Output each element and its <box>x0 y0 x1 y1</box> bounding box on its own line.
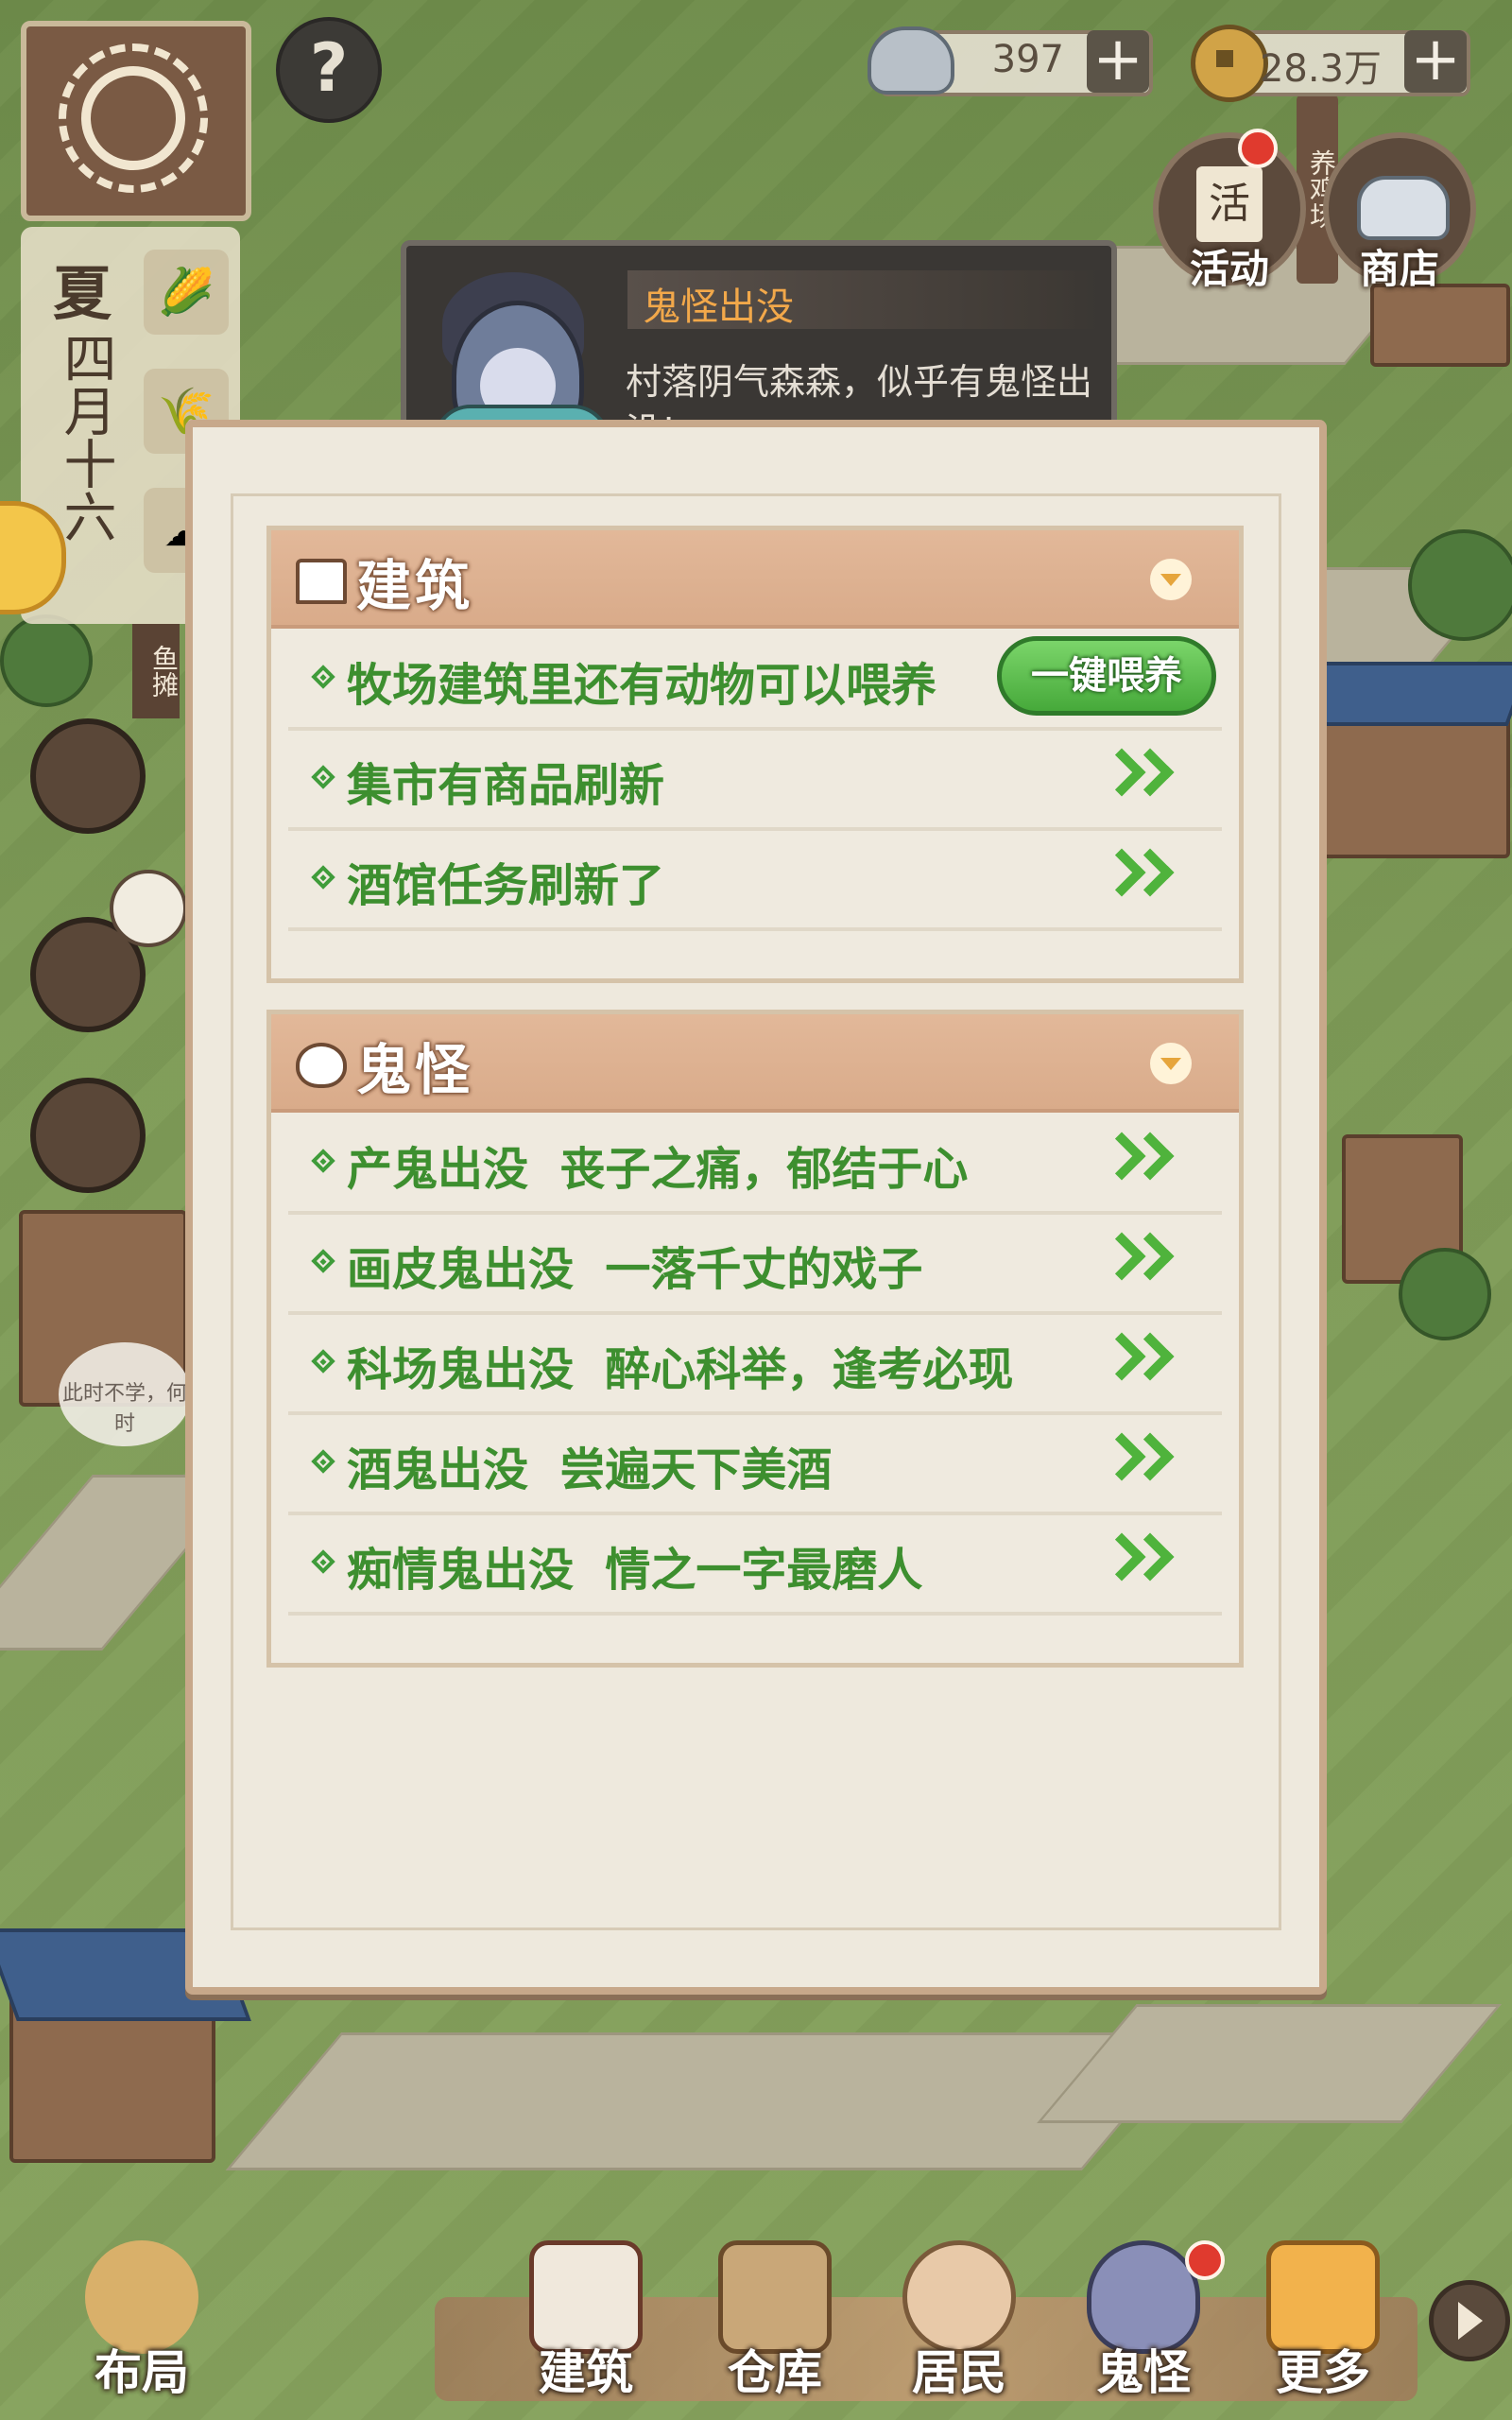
go-arrow-icon[interactable] <box>1097 848 1186 908</box>
list-item-text: 产鬼出没 丧子之痛，郁结于心 <box>347 1143 969 1196</box>
nav-label: 仓库 <box>728 2344 822 2400</box>
notification-title: 鬼怪出没 <box>643 285 794 329</box>
ghosts-badge <box>1185 2240 1225 2280</box>
list-item-text: 科场鬼出没 醉心科举，逢考必现 <box>347 1343 1014 1396</box>
list-item-text: 酒鬼出没 尝遍天下美酒 <box>347 1443 833 1496</box>
nav-label: 居民 <box>912 2344 1006 2400</box>
nav-storage-button[interactable]: 仓库 <box>690 2221 860 2411</box>
section-header-ghosts[interactable]: 鬼怪 <box>271 1014 1239 1113</box>
nav-label: 鬼怪 <box>1096 2344 1191 2400</box>
collapse-toggle-icon[interactable] <box>1150 1043 1192 1084</box>
go-arrow-icon[interactable] <box>1097 1332 1186 1392</box>
list-item-text: 痴情鬼出没 情之一字最磨人 <box>347 1544 923 1597</box>
list-item[interactable]: 牧场建筑里还有动物可以喂养 一键喂养 <box>288 629 1222 731</box>
go-arrow-icon[interactable] <box>1097 1432 1186 1493</box>
diamond-bullet-icon <box>311 765 335 789</box>
activity-badge <box>1238 129 1278 168</box>
section-header-buildings[interactable]: 建筑 <box>271 530 1239 629</box>
scholar-hat-icon <box>110 870 187 947</box>
sun-icon <box>59 43 208 193</box>
nav-label: 建筑 <box>539 2344 633 2400</box>
diamond-bullet-icon <box>311 1149 335 1173</box>
tools-button[interactable] <box>30 1078 146 1193</box>
list-item-text: 画皮鬼出没 一落千丈的戏子 <box>347 1243 923 1296</box>
go-arrow-icon[interactable] <box>1097 1532 1186 1593</box>
season-label: 夏 <box>52 259 112 328</box>
diamond-bullet-icon <box>311 1249 335 1273</box>
silver-ingot-shop-icon <box>1357 176 1450 240</box>
date-label: 四月十六 <box>55 331 116 543</box>
list-item[interactable]: 科场鬼出没 醉心科举，逢考必现 <box>288 1313 1222 1415</box>
section-buildings: 建筑 牧场建筑里还有动物可以喂养 一键喂养 集市有商品刷新 酒馆任务刷新了 <box>266 526 1244 983</box>
add-silver-button[interactable]: + <box>1087 29 1149 93</box>
coin-amount: 28.3万 <box>1259 47 1382 91</box>
fish-stall-sign: 鱼摊 <box>132 624 180 718</box>
nav-more-button[interactable]: 更多 <box>1238 2221 1408 2411</box>
expand-arrow-button[interactable] <box>1429 2280 1510 2361</box>
weather-button[interactable] <box>21 21 251 221</box>
map-tree <box>1408 529 1512 641</box>
list-item-text: 集市有商品刷新 <box>347 759 665 812</box>
list-item-text: 酒馆任务刷新了 <box>347 859 665 912</box>
map-fence <box>1370 284 1510 367</box>
section-title: 鬼怪 <box>356 1038 474 1102</box>
list-item[interactable]: 画皮鬼出没 一落千丈的戏子 <box>288 1213 1222 1315</box>
nav-residents-button[interactable]: 居民 <box>874 2221 1044 2411</box>
shop-button[interactable]: 商店 <box>1323 132 1476 292</box>
diamond-bullet-icon <box>311 1349 335 1374</box>
go-arrow-icon[interactable] <box>1097 1132 1186 1192</box>
ghost-icon <box>296 1043 347 1088</box>
silver-amount: 397 <box>991 38 1064 81</box>
add-coin-button[interactable]: + <box>1404 29 1467 93</box>
bottom-nav-bar: 布局 建筑 仓库 居民 鬼怪 更多 <box>0 2221 1512 2420</box>
diamond-bullet-icon <box>311 665 335 689</box>
collapse-toggle-icon[interactable] <box>1150 559 1192 600</box>
copper-coin-icon <box>1191 25 1268 102</box>
diamond-bullet-icon <box>311 1549 335 1574</box>
nav-layout-button[interactable]: 布局 <box>57 2221 227 2411</box>
coin-counter: 28.3万 + <box>1191 25 1470 102</box>
section-title: 建筑 <box>356 554 474 618</box>
nav-label: 布局 <box>94 2344 189 2400</box>
list-item-text: 牧场建筑里还有动物可以喂养 <box>347 659 937 712</box>
map-tree <box>0 614 93 707</box>
list-item[interactable]: 产鬼出没 丧子之痛，郁结于心 <box>288 1113 1222 1215</box>
scroll-icon: 活 <box>1196 166 1263 242</box>
help-button[interactable]: ? <box>276 17 382 123</box>
diamond-bullet-icon <box>311 865 335 890</box>
go-arrow-icon[interactable] <box>1097 748 1186 808</box>
list-item[interactable]: 痴情鬼出没 情之一字最磨人 <box>288 1513 1222 1616</box>
list-item[interactable]: 酒鬼出没 尝遍天下美酒 <box>288 1413 1222 1515</box>
shop-label: 商店 <box>1359 246 1439 292</box>
list-item[interactable]: 酒馆任务刷新了 <box>288 829 1222 931</box>
diamond-bullet-icon <box>311 1449 335 1474</box>
house-icon <box>296 559 347 604</box>
map-road <box>225 2032 1198 2170</box>
villager-avatar-button[interactable] <box>30 718 146 834</box>
feed-all-button[interactable]: 一键喂养 <box>997 636 1216 716</box>
section-ghosts: 鬼怪 产鬼出没 丧子之痛，郁结于心 画皮鬼出没 一落千丈的戏子 科场鬼出没 醉心… <box>266 1010 1244 1668</box>
nav-label: 更多 <box>1276 2344 1370 2400</box>
activity-label: 活动 <box>1189 246 1269 292</box>
silver-ingot-icon <box>868 26 954 95</box>
map-tree <box>1399 1248 1491 1340</box>
silver-counter: 397 + <box>868 26 1153 96</box>
list-item[interactable]: 集市有商品刷新 <box>288 729 1222 831</box>
corn-crop-icon[interactable]: 🌽 <box>144 250 229 335</box>
go-arrow-icon[interactable] <box>1097 1232 1186 1292</box>
nav-build-button[interactable]: 建筑 <box>501 2221 671 2411</box>
speech-bubble: 此时不学，何时 <box>59 1342 191 1446</box>
activity-button[interactable]: 活 活动 <box>1153 132 1306 292</box>
map-road <box>1037 2004 1502 2123</box>
